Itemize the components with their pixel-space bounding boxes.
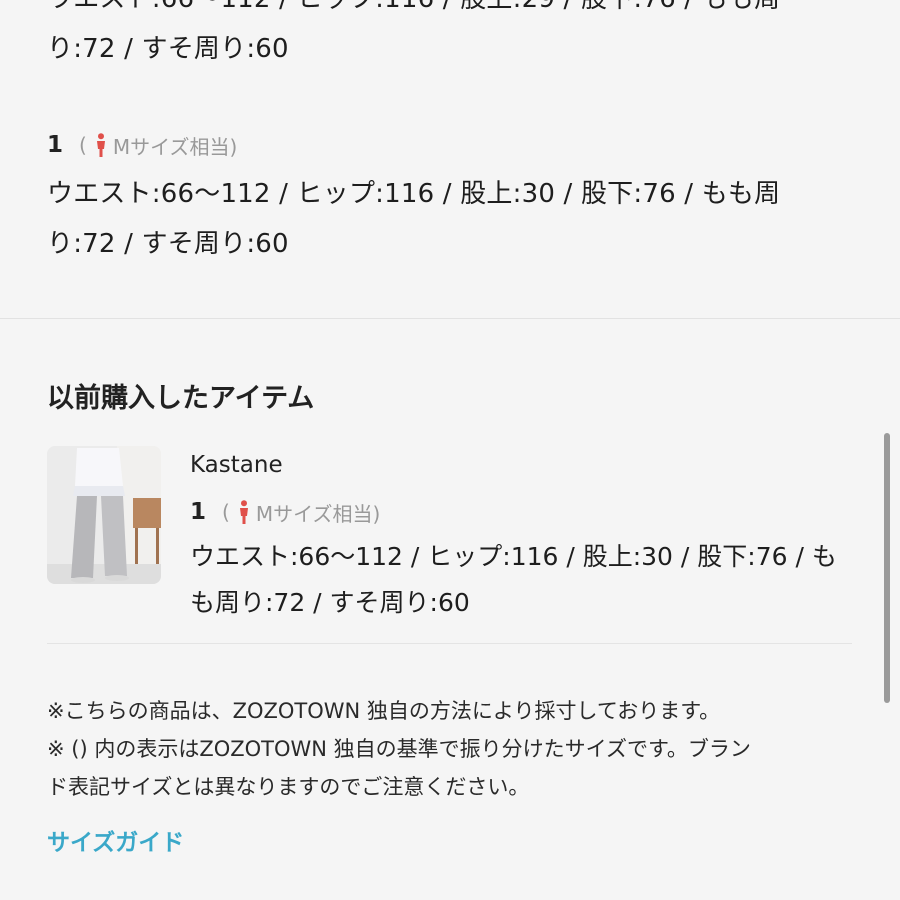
person-icon xyxy=(96,133,105,157)
size-number: 1 xyxy=(47,132,64,158)
note-text: ※こちらの商品は、ZOZOTOWN 独自の方法により採寸しております。 xyxy=(47,699,721,723)
size-label-row: 1 ( Mサイズ相当) xyxy=(190,497,380,527)
size-list-section: ウエスト:66〜112 / ヒップ:116 / 股上:29 / 股下:76 / … xyxy=(0,0,900,319)
section-title: 以前購入したアイテム xyxy=(47,383,315,414)
size-number: 1 xyxy=(190,499,207,525)
item-thumbnail[interactable] xyxy=(47,446,161,584)
measurement-text: ウエスト:66〜112 / ヒップ:116 / 股上:30 / 股下:76 / … xyxy=(190,542,837,571)
measurement-text: り:72 / すそ周り:60 xyxy=(47,229,289,259)
measurement-text: り:72 / すそ周り:60 xyxy=(47,34,289,64)
size-detail-page: ウエスト:66〜112 / ヒップ:116 / 股上:29 / 股下:76 / … xyxy=(0,0,900,900)
measurement-text: ウエスト:66〜112 / ヒップ:116 / 股上:30 / 股下:76 / … xyxy=(47,179,781,209)
product-photo xyxy=(47,446,161,584)
person-icon xyxy=(239,500,248,524)
size-equivalent-hint: ( Mサイズ相当) xyxy=(79,133,238,159)
measurement-text: ウエスト:66〜112 / ヒップ:116 / 股上:29 / 股下:76 / … xyxy=(47,0,780,24)
size-guide-link[interactable]: サイズガイド xyxy=(47,823,184,857)
size-label-row: 1 ( Mサイズ相当) xyxy=(47,130,237,160)
divider xyxy=(47,643,852,644)
note-text: ※ () 内の表示はZOZOTOWN 独自の基準で振り分けたサイズです。ブラン xyxy=(47,737,751,761)
measurement-text: も周り:72 / すそ周り:60 xyxy=(190,588,470,617)
note-text: ド表記サイズとは異なりますのでご注意ください。 xyxy=(47,775,530,799)
scrollbar[interactable] xyxy=(884,433,890,703)
item-brand[interactable]: Kastane xyxy=(190,452,283,478)
size-equivalent-hint: ( Mサイズ相当) xyxy=(222,500,381,526)
